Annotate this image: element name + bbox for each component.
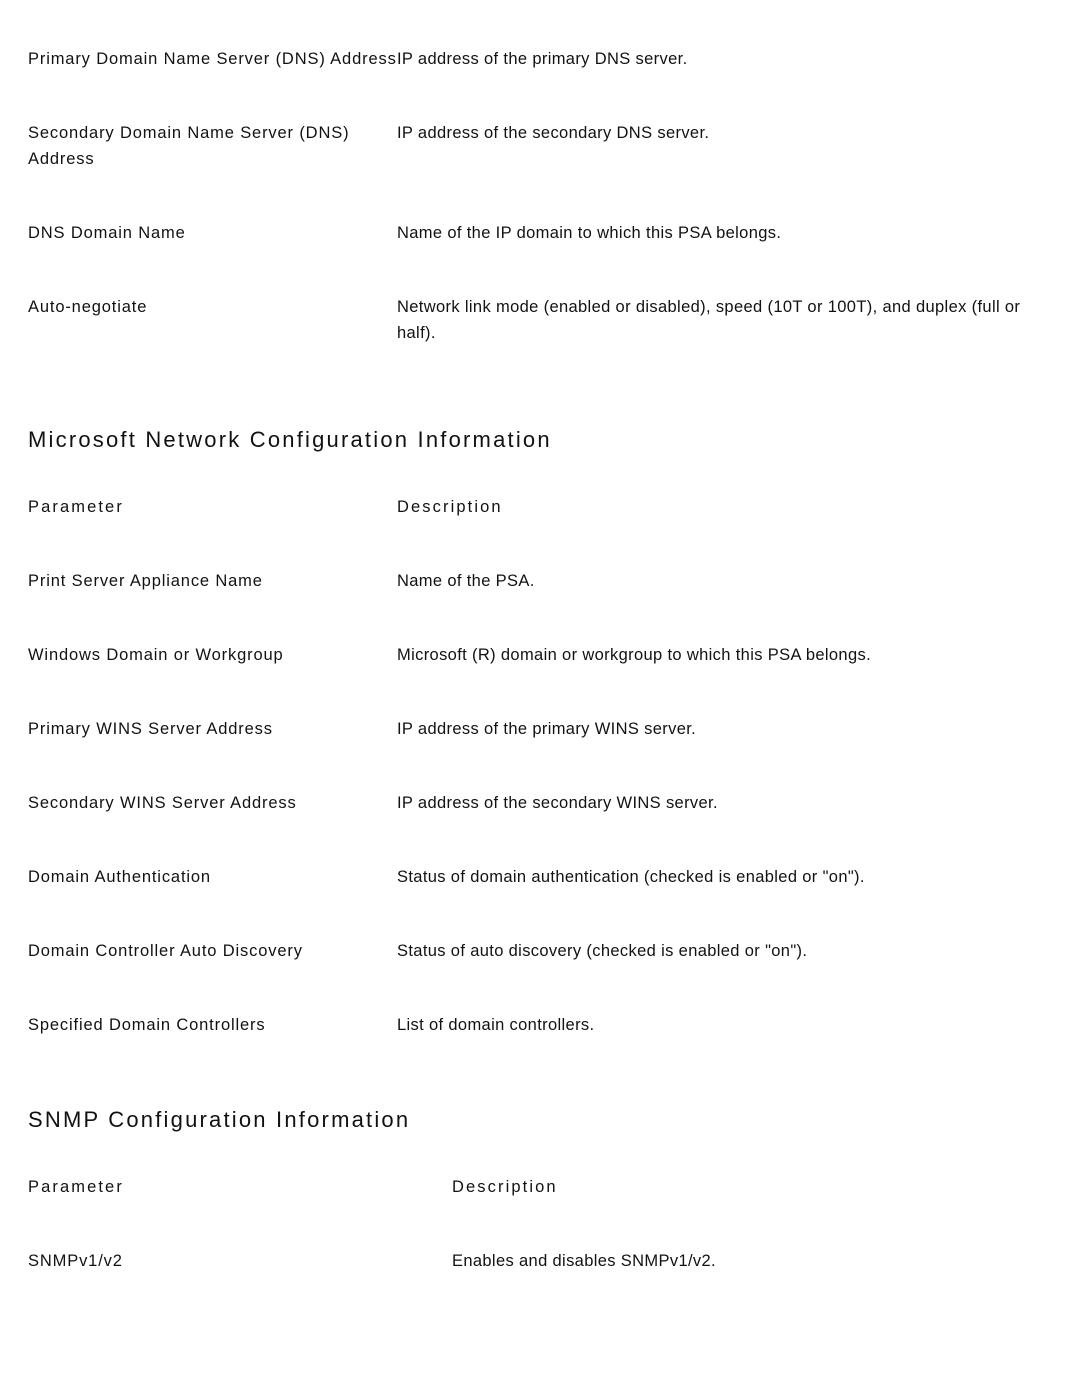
description-cell: Microsoft (R) domain or workgroup to whi…	[397, 646, 872, 664]
row-spacer	[28, 742, 1052, 790]
section-heading-microsoft-network: Microsoft Network Configuration Informat…	[28, 427, 552, 452]
row-spacer	[28, 668, 1052, 716]
description-cell: Name of the PSA.	[397, 572, 535, 590]
table-row: Auto-negotiate Network link mode (enable…	[28, 294, 1052, 346]
description-cell: IP address of the secondary WINS server.	[397, 794, 718, 812]
table-header-row: Parameter Description	[28, 1174, 1052, 1200]
table-row: SNMPv1/v2 Enables and disables SNMPv1/v2…	[28, 1248, 1052, 1274]
parameter-cell: DNS Domain Name	[28, 224, 186, 242]
parameter-cell: Domain Controller Auto Discovery	[28, 942, 303, 960]
table-row: Windows Domain or Workgroup Microsoft (R…	[28, 642, 1052, 668]
row-spacer	[28, 890, 1052, 938]
description-cell: Network link mode (enabled or disabled),…	[397, 298, 1021, 342]
row-spacer	[28, 72, 1052, 120]
table-row: Primary WINS Server Address IP address o…	[28, 716, 1052, 742]
parameter-cell: Windows Domain or Workgroup	[28, 646, 284, 664]
parameter-cell: Primary Domain Name Server (DNS) Address	[28, 50, 397, 68]
parameter-cell: Primary WINS Server Address	[28, 720, 273, 738]
table-continued: Primary Domain Name Server (DNS) Address…	[28, 46, 1052, 346]
table-row: Secondary WINS Server Address IP address…	[28, 790, 1052, 816]
table-row: Domain Controller Auto Discovery Status …	[28, 938, 1052, 964]
description-cell: IP address of the primary DNS server.	[397, 50, 688, 68]
description-cell: IP address of the secondary DNS server.	[397, 124, 710, 142]
row-spacer	[28, 594, 1052, 642]
snmp-parameter-table: Parameter Description SNMPv1/v2 Enables …	[28, 1174, 1052, 1274]
table-row: DNS Domain Name Name of the IP domain to…	[28, 220, 1052, 246]
table-header-row: Parameter Description	[28, 494, 1052, 520]
dns-parameter-table: Primary Domain Name Server (DNS) Address…	[28, 46, 1052, 346]
column-header-description: Description	[452, 1178, 558, 1196]
parameter-cell: Print Server Appliance Name	[28, 572, 263, 590]
description-cell: IP address of the primary WINS server.	[397, 720, 697, 738]
parameter-cell: Secondary WINS Server Address	[28, 794, 297, 812]
column-header-parameter: Parameter	[28, 498, 124, 516]
parameter-cell: SNMPv1/v2	[28, 1252, 123, 1270]
table-microsoft-network: Parameter Description Print Server Appli…	[28, 494, 1052, 1038]
table-row: Print Server Appliance Name Name of the …	[28, 568, 1052, 594]
description-cell: Status of auto discovery (checked is ena…	[397, 942, 808, 960]
description-cell: List of domain controllers.	[397, 1016, 595, 1034]
table-row: Domain Authentication Status of domain a…	[28, 864, 1052, 890]
description-cell: Status of domain authentication (checked…	[397, 868, 865, 886]
column-header-description: Description	[397, 498, 503, 516]
row-spacer	[28, 172, 1052, 220]
row-spacer	[28, 246, 1052, 294]
table-row: Primary Domain Name Server (DNS) Address…	[28, 46, 1052, 72]
row-spacer	[28, 816, 1052, 864]
row-spacer	[28, 1200, 1052, 1248]
table-row: Specified Domain Controllers List of dom…	[28, 1012, 1052, 1038]
document-page: Primary Domain Name Server (DNS) Address…	[0, 0, 1080, 1397]
row-spacer	[28, 964, 1052, 1012]
parameter-cell: Domain Authentication	[28, 868, 211, 886]
section-heading-snmp-configuration: SNMP Configuration Information	[28, 1107, 411, 1132]
row-spacer	[28, 520, 1052, 568]
parameter-cell: Auto-negotiate	[28, 298, 148, 316]
microsoft-network-parameter-table: Parameter Description Print Server Appli…	[28, 494, 1052, 1038]
parameter-cell: Secondary Domain Name Server (DNS) Addre…	[28, 124, 350, 168]
table-row: Secondary Domain Name Server (DNS) Addre…	[28, 120, 1052, 172]
column-header-parameter: Parameter	[28, 1178, 124, 1196]
description-cell: Name of the IP domain to which this PSA …	[397, 224, 782, 242]
description-cell: Enables and disables SNMPv1/v2.	[452, 1252, 716, 1270]
table-snmp-configuration: Parameter Description SNMPv1/v2 Enables …	[28, 1174, 1052, 1274]
parameter-cell: Specified Domain Controllers	[28, 1016, 266, 1034]
